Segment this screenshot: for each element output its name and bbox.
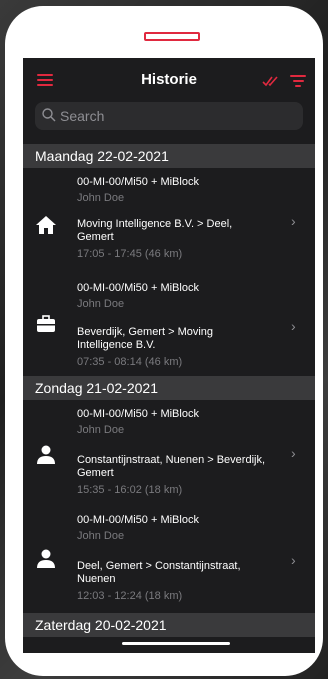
search-input[interactable] — [60, 106, 290, 126]
trip-route: Deel, Gemert > Constantijnstraat, Nuenen — [77, 560, 241, 585]
chevron-right-icon: › — [291, 552, 296, 568]
day-header: Zaterdag 20-02-2021 — [23, 613, 315, 637]
home-indicator[interactable] — [122, 642, 230, 645]
double-check-icon[interactable] — [262, 75, 280, 87]
trip-row[interactable]: 00-MI-00/Mi50 + MiBlock John Doe Constan… — [23, 400, 315, 504]
search-bar[interactable] — [35, 102, 303, 130]
trip-time: 12:03 - 12:24 (18 km) — [77, 590, 183, 602]
chevron-right-icon: › — [291, 213, 296, 229]
phone-frame: Historie Maandag 22-02-2021 00-MI-00/Mi5… — [5, 6, 323, 676]
search-icon — [42, 108, 56, 122]
driver-name: John Doe — [77, 192, 125, 204]
trip-row[interactable]: 00-MI-00/Mi50 + MiBlock John Doe Moving … — [23, 168, 315, 272]
driver-name: John Doe — [77, 298, 125, 310]
person-icon — [37, 549, 55, 568]
speaker-icon — [144, 32, 200, 41]
person-icon — [37, 445, 55, 464]
vehicle-name: 00-MI-00/Mi50 + MiBlock — [77, 282, 199, 294]
vehicle-name: 00-MI-00/Mi50 + MiBlock — [77, 408, 199, 420]
briefcase-icon — [37, 315, 55, 332]
chevron-right-icon: › — [291, 318, 296, 334]
driver-name: John Doe — [77, 424, 125, 436]
trip-route: Moving Intelligence B.V. > Deel, Gemert — [77, 218, 233, 243]
vehicle-name: 00-MI-00/Mi50 + MiBlock — [77, 176, 199, 188]
filter-icon[interactable] — [290, 75, 306, 87]
trip-row[interactable]: 00-MI-00/Mi50 + MiBlock John Doe Beverdi… — [23, 272, 315, 372]
day-header: Maandag 22-02-2021 — [23, 144, 315, 168]
trip-time: 15:35 - 16:02 (18 km) — [77, 484, 183, 496]
vehicle-name: 00-MI-00/Mi50 + MiBlock — [77, 514, 199, 526]
app-screen: Historie Maandag 22-02-2021 00-MI-00/Mi5… — [23, 58, 315, 653]
trip-time: 17:05 - 17:45 (46 km) — [77, 248, 183, 260]
trip-time: 07:35 - 08:14 (46 km) — [77, 356, 183, 368]
home-icon — [36, 216, 56, 234]
trip-route: Beverdijk, Gemert > Moving Intelligence … — [77, 326, 214, 351]
driver-name: John Doe — [77, 530, 125, 542]
trip-row[interactable]: 00-MI-00/Mi50 + MiBlock John Doe Deel, G… — [23, 504, 315, 608]
top-bar: Historie — [23, 58, 315, 102]
day-header: Zondag 21-02-2021 — [23, 376, 315, 400]
trip-route: Constantijnstraat, Nuenen > Beverdijk, G… — [77, 454, 266, 479]
chevron-right-icon: › — [291, 445, 296, 461]
